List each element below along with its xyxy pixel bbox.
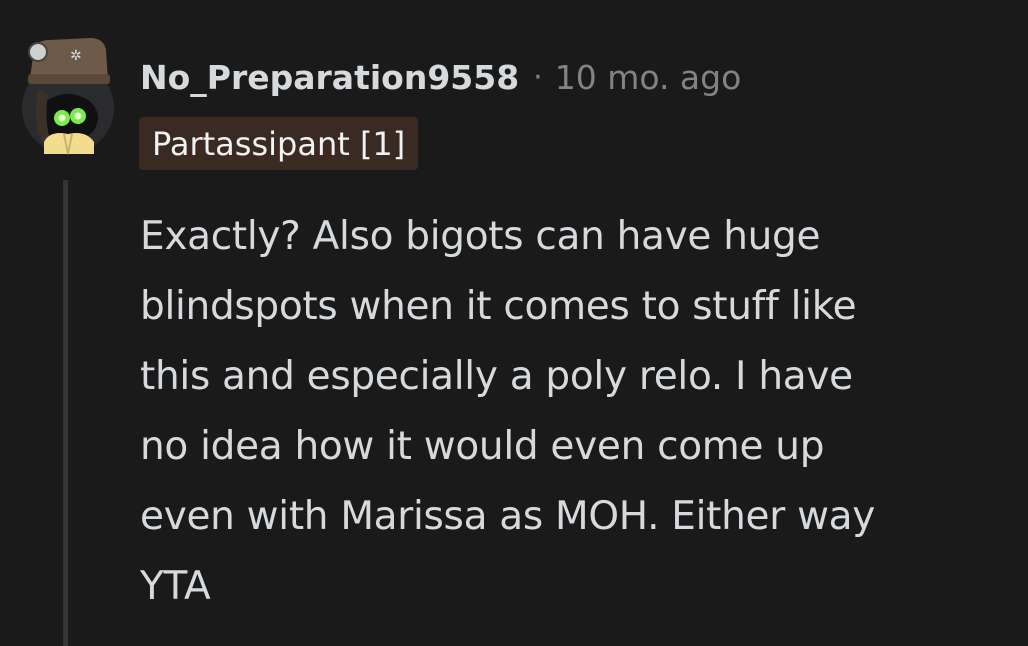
comment-meta: No_Preparation9558 · 10 mo. ago (140, 52, 741, 102)
user-flair: Partassipant [1] (139, 117, 419, 170)
meta-separator: · (533, 59, 543, 95)
comment-body-line: Exactly? Also bigots can have huge (140, 214, 821, 259)
snoo-avatar-icon: ✲ (22, 38, 114, 155)
comment: ✲ No_Preparation9558 · 10 mo. ago Partas… (0, 0, 1028, 646)
comment-timestamp[interactable]: 10 mo. ago (555, 58, 742, 97)
comment-body-line: even with Marissa as MOH. Either way (140, 494, 876, 539)
user-avatar[interactable]: ✲ (20, 30, 120, 160)
comment-body-line: no idea how it would even come up (140, 424, 825, 469)
thread-collapse-line[interactable] (63, 180, 68, 646)
comment-body-line: blindspots when it comes to stuff like (140, 284, 857, 329)
comment-body: Exactly? Also bigots can have huge blind… (140, 202, 1010, 622)
username-link[interactable]: No_Preparation9558 (140, 58, 519, 97)
comment-body-line: YTA (140, 564, 211, 609)
comment-body-line: this and especially a poly relo. I have (140, 354, 853, 399)
svg-text:✲: ✲ (70, 48, 82, 64)
